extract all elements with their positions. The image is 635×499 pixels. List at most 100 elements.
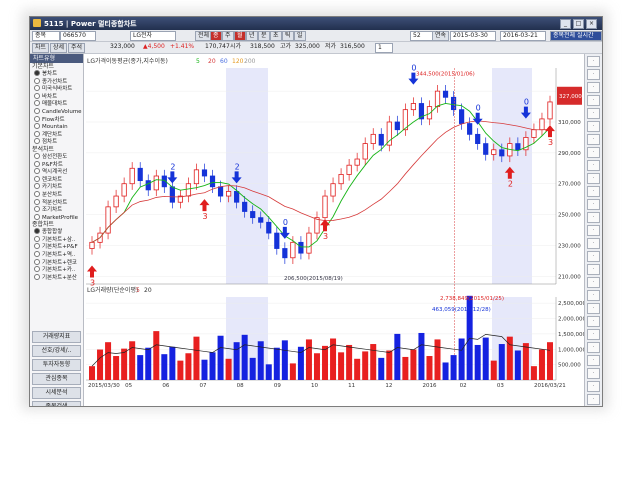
drawing-tool-icon[interactable]: · bbox=[587, 212, 600, 223]
volume-bar[interactable] bbox=[538, 349, 545, 380]
candle-body[interactable] bbox=[185, 183, 192, 197]
sidebar-chart-type-item[interactable]: 점차트 bbox=[30, 138, 83, 146]
candle-body[interactable] bbox=[266, 221, 272, 234]
candle-body[interactable] bbox=[274, 232, 280, 249]
drawing-tool-icon[interactable]: · bbox=[587, 238, 600, 249]
sidebar-chart-type-item[interactable]: 기본차트+분산 bbox=[30, 273, 83, 282]
candle-body[interactable] bbox=[483, 143, 489, 155]
volume-bar[interactable] bbox=[153, 331, 160, 380]
volume-bar[interactable] bbox=[217, 335, 224, 380]
radio-icon[interactable] bbox=[34, 115, 40, 122]
radio-icon[interactable] bbox=[34, 130, 40, 137]
sidebar-menu-button[interactable]: 투자자동향 bbox=[32, 359, 81, 371]
volume-bar[interactable] bbox=[498, 344, 505, 380]
volume-bar[interactable] bbox=[386, 350, 393, 380]
sidebar-chart-type-item[interactable]: 종합합쌓 bbox=[30, 228, 83, 236]
candle-body[interactable] bbox=[378, 133, 384, 146]
candle-body[interactable] bbox=[113, 195, 119, 208]
sidebar-chart-type-item[interactable]: 기본차트+삼.. bbox=[30, 235, 83, 244]
volume-bar[interactable] bbox=[113, 356, 120, 380]
maximize-icon[interactable]: □ bbox=[573, 19, 584, 29]
drawing-tool-icon[interactable]: · bbox=[587, 394, 600, 405]
sidebar-chart-type-item[interactable]: 카기차트 bbox=[30, 183, 83, 191]
volume-bar[interactable] bbox=[434, 339, 441, 380]
volume-bar[interactable] bbox=[97, 349, 104, 380]
radio-icon[interactable] bbox=[34, 100, 40, 107]
sidebar-chart-type-item[interactable]: 조기차트 bbox=[30, 206, 83, 214]
candle-body[interactable] bbox=[250, 211, 256, 219]
drawing-tool-icon[interactable]: · bbox=[587, 95, 600, 106]
sidebar-chart-type-item[interactable]: 봉차트 bbox=[30, 70, 83, 78]
sidebar-menu-button[interactable]: 시세분석 bbox=[32, 387, 81, 399]
period-btn-5[interactable]: 분 bbox=[258, 31, 270, 41]
drawing-tool-icon[interactable]: · bbox=[587, 108, 600, 119]
candle-body[interactable] bbox=[314, 217, 320, 234]
range-label[interactable]: 연속 bbox=[432, 31, 450, 41]
period-btn-7[interactable]: 틱 bbox=[282, 31, 294, 41]
volume-bar[interactable] bbox=[514, 350, 521, 380]
drawing-tool-icon[interactable]: · bbox=[587, 69, 600, 80]
volume-bar[interactable] bbox=[506, 336, 513, 380]
volume-bar[interactable] bbox=[201, 359, 208, 380]
radio-icon[interactable] bbox=[34, 266, 40, 273]
candle-body[interactable] bbox=[217, 186, 224, 197]
start-date-input[interactable]: 2015-03-30 bbox=[450, 31, 496, 41]
drawing-tool-icon[interactable]: · bbox=[587, 290, 600, 301]
period-btn-3[interactable]: 월 bbox=[234, 31, 246, 41]
sidebar-chart-type-item[interactable]: P&F차트 bbox=[30, 160, 83, 169]
sidebar-menu-button[interactable]: 종목검색 bbox=[32, 401, 81, 406]
candle-body[interactable] bbox=[225, 191, 232, 197]
volume-bar[interactable] bbox=[313, 353, 320, 380]
tab-detail[interactable]: 상세 bbox=[50, 43, 68, 53]
candle-body[interactable] bbox=[442, 90, 449, 98]
end-date-input[interactable]: 2016-03-21 bbox=[500, 31, 546, 41]
radio-icon[interactable] bbox=[34, 138, 40, 145]
drawing-tool-icon[interactable]: · bbox=[587, 160, 600, 171]
candle-body[interactable] bbox=[338, 174, 344, 185]
minimize-icon[interactable]: _ bbox=[560, 19, 571, 29]
radio-icon[interactable] bbox=[34, 251, 40, 258]
period-btn-6[interactable]: 초 bbox=[270, 31, 282, 41]
candle-body[interactable] bbox=[499, 149, 505, 157]
candle-body[interactable] bbox=[459, 109, 465, 124]
candle-body[interactable] bbox=[547, 101, 553, 120]
drawing-tool-icon[interactable]: · bbox=[587, 342, 600, 353]
tab-note[interactable]: 주석 bbox=[68, 43, 86, 53]
candle-body[interactable] bbox=[491, 149, 497, 155]
volume-bar[interactable] bbox=[305, 339, 312, 380]
radio-icon[interactable] bbox=[34, 85, 40, 92]
candle-body[interactable] bbox=[410, 103, 417, 111]
volume-bar[interactable] bbox=[225, 358, 232, 380]
candle-body[interactable] bbox=[450, 96, 457, 111]
sidebar-chart-type-item[interactable]: 렌코차트 bbox=[30, 175, 83, 184]
candle-body[interactable] bbox=[129, 167, 135, 185]
volume-bar[interactable] bbox=[265, 364, 272, 380]
candle-body[interactable] bbox=[346, 164, 352, 175]
candle-body[interactable] bbox=[234, 191, 240, 203]
candle-body[interactable] bbox=[282, 248, 288, 259]
drawing-tool-icon[interactable]: · bbox=[587, 56, 600, 67]
radio-icon[interactable] bbox=[34, 123, 40, 130]
volume-bar[interactable] bbox=[193, 336, 200, 380]
volume-bar[interactable] bbox=[185, 353, 192, 380]
volume-bar[interactable] bbox=[233, 342, 240, 380]
radio-icon[interactable] bbox=[34, 258, 40, 265]
volume-bar[interactable] bbox=[426, 356, 433, 380]
candle-body[interactable] bbox=[193, 169, 200, 185]
radio-icon[interactable] bbox=[34, 70, 40, 76]
drawing-tool-icon[interactable]: · bbox=[587, 173, 600, 184]
volume-bar[interactable] bbox=[338, 352, 345, 380]
period-btn-8[interactable]: 일 bbox=[294, 31, 306, 41]
volume-bar[interactable] bbox=[281, 340, 288, 380]
radio-icon[interactable] bbox=[34, 92, 40, 99]
drawing-tool-icon[interactable]: · bbox=[587, 121, 600, 132]
volume-bar[interactable] bbox=[169, 346, 176, 380]
drawing-tool-icon[interactable]: · bbox=[587, 82, 600, 93]
drawing-tool-icon[interactable]: · bbox=[587, 225, 600, 236]
volume-bar[interactable] bbox=[442, 362, 449, 380]
unit-input[interactable]: 1 bbox=[375, 43, 393, 53]
realtime-button[interactable]: 종목전체 실시간 bbox=[550, 31, 602, 41]
candle-body[interactable] bbox=[89, 241, 95, 249]
volume-bar[interactable] bbox=[418, 332, 425, 380]
sidebar-chart-type-item[interactable]: 기본차트+역.. bbox=[30, 251, 83, 259]
